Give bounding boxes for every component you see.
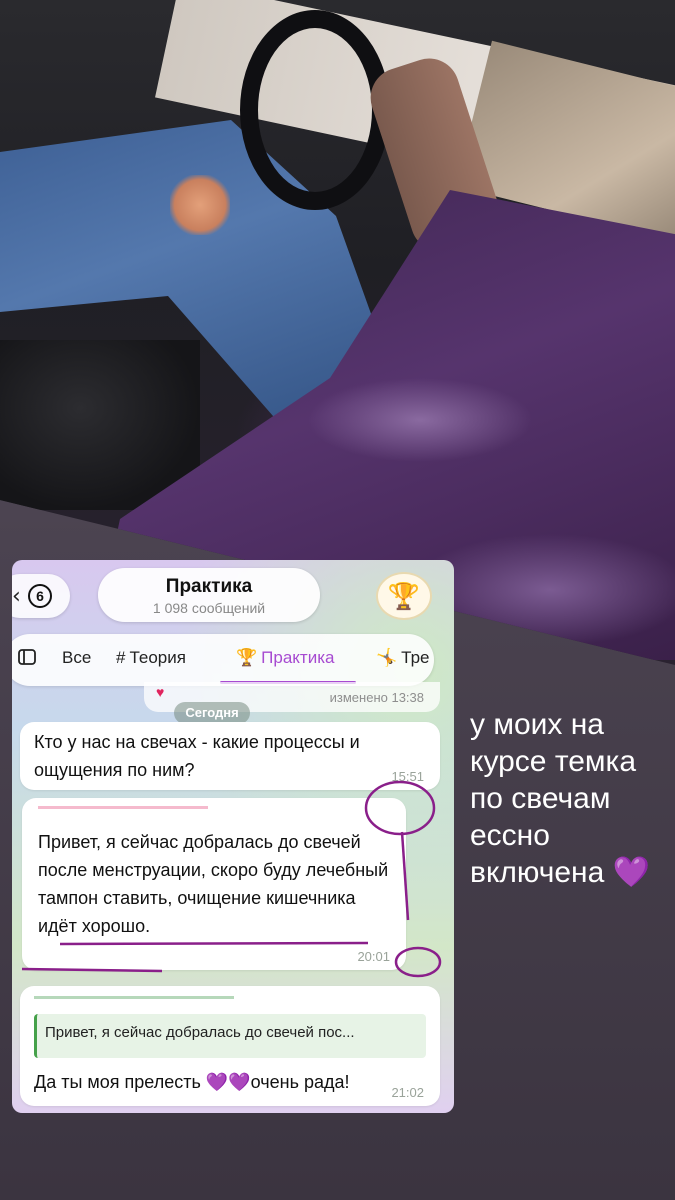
car-seat [0,340,200,510]
reply-sender-redacted [34,996,234,1006]
message-bubble[interactable]: Привет, я сейчас добралась до свечей пос… [22,798,406,970]
tab-all[interactable]: Все [62,648,91,668]
message-text: Привет, я сейчас добралась до свечей пос… [38,832,389,936]
tab-practice-label: Практика [261,648,335,667]
tab-training[interactable]: 🤸 Тре [376,648,430,668]
message-text: Кто у нас на свечах - какие процессы и о… [34,732,360,780]
reply-quote[interactable]: Привет, я сейчас добралась до свечей пос… [34,1014,426,1058]
message-bubble[interactable]: Кто у нас на свечах - какие процессы и о… [20,722,440,790]
tab-theory-label: Теория [129,648,186,667]
message-time: изменено 13:38 [329,690,424,705]
chat-title-pill[interactable]: Практика 1 098 сообщений [98,568,320,622]
message-text: Да ты моя прелесть 💜💜очень рада! [34,1072,350,1092]
steering-wheel [240,10,390,210]
chat-avatar[interactable]: 🏆 [376,572,432,620]
unread-count-badge: 6 [28,584,52,608]
chat-subtitle: 1 098 сообщений [152,600,266,616]
topics-tab-bar: Все # Теория 🏆 Практика 🤸 Тре [12,634,434,686]
chat-header: ‹ 6 Практика 1 098 сообщений 🏆 [12,560,454,630]
tab-theory[interactable]: # Теория [116,648,186,668]
trophy-icon: 🏆 [236,648,258,667]
telegram-screenshot: ‹ 6 Практика 1 098 сообщений 🏆 Все # Теор… [12,560,454,1113]
tab-training-label: Тре [401,648,430,667]
message-bubble-own[interactable]: Привет, я сейчас добралась до свечей пос… [20,986,440,1106]
message-time: 20:01 [357,949,390,964]
hash-icon: # [116,648,126,667]
topics-list-icon[interactable] [18,648,36,668]
gymnast-icon: 🤸 [376,648,398,667]
ripped-knee [170,175,230,235]
chat-title: Практика [165,576,253,597]
sender-name-redacted [38,806,208,824]
message-time: 15:51 [391,769,424,784]
tab-practice[interactable]: 🏆 Практика [236,648,334,668]
trophy-icon: 🏆 [387,581,421,611]
back-button[interactable]: ‹ 6 [12,574,70,618]
message-time: 21:02 [391,1085,424,1100]
story-caption: у моих на курсе темка по свечам ессно вк… [470,708,650,889]
chevron-left-icon: ‹ [12,584,21,609]
heart-reaction-icon: ♥ [156,684,165,700]
tab-all-label: Все [62,648,92,667]
date-divider: Сегодня [174,702,250,724]
